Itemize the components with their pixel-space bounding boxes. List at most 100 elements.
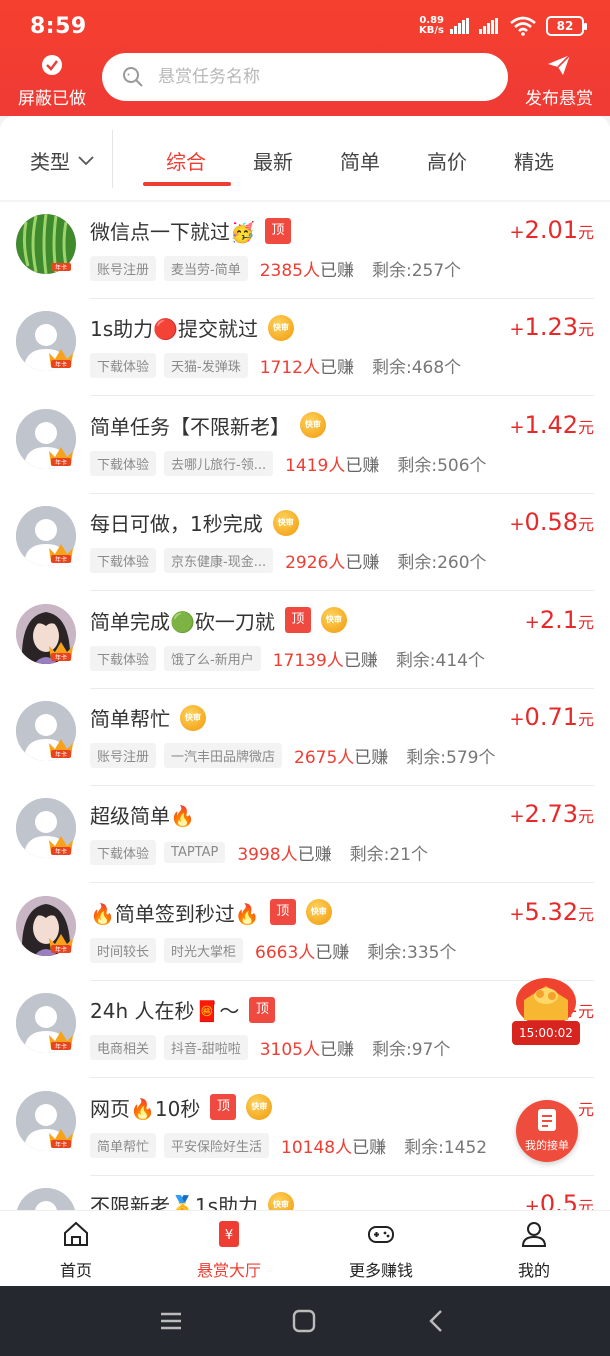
task-title: 超级简单🔥 bbox=[90, 804, 195, 829]
task-title-line: 超级简单🔥 bbox=[90, 800, 195, 829]
crown-icon: 年卡 bbox=[49, 544, 73, 564]
remaining-count: 剩余:1452 bbox=[404, 1137, 488, 1158]
pinned-badge: 顶 bbox=[269, 899, 296, 926]
task-row[interactable]: 年卡 微信点一下就过🥳 顶账号注册 麦当劳-简单 2385人已赚 剩余:257个 +2.01… bbox=[0, 202, 610, 299]
remaining-count: 剩余:506个 bbox=[397, 455, 487, 476]
task-category-tag: 时间较长 bbox=[90, 937, 157, 963]
task-row[interactable]: 年卡 简单完成🟢砍一刀就顶快审 下载体验 饿了么-新用户 17139人已赚 剩余:414个… bbox=[0, 592, 610, 689]
nav-mine[interactable]: 我的 bbox=[479, 1219, 589, 1281]
fast-review-badge: 快审 bbox=[320, 607, 347, 634]
network-speed: 0.89 KB/s bbox=[419, 15, 444, 36]
check-circle-icon bbox=[42, 55, 62, 75]
remaining-count: 剩余:260个 bbox=[397, 553, 487, 574]
clipboard-icon bbox=[538, 1109, 556, 1131]
remaining-count: 剩余:579个 bbox=[406, 748, 496, 768]
svg-text:年卡: 年卡 bbox=[55, 458, 67, 466]
reward-amount: +1.42元 bbox=[509, 410, 594, 439]
nav-home[interactable]: 首页 bbox=[21, 1219, 131, 1281]
task-row[interactable]: 年卡 简单帮忙 快审 账号注册 一汽丰田品牌微店 2675人已赚 剩余:579个 +0.71元 bbox=[0, 689, 610, 786]
battery-indicator: 82 bbox=[546, 16, 587, 36]
remaining-count: 剩余:21个 bbox=[349, 845, 428, 866]
task-row[interactable]: 年卡 每日可做，1秒完成 快审 下载体验 京东健康-现金... 2926人已赚 剩余:260… bbox=[0, 494, 610, 592]
publish-reward-button[interactable]: 发布悬赏 bbox=[522, 54, 596, 109]
task-title-line: 🔥简单签到秒过🔥 顶快审 bbox=[90, 898, 332, 927]
gamepad-icon bbox=[368, 1226, 394, 1243]
task-meta: 下载体验 天猫-发弹珠 1712人已赚 剩余:468个 bbox=[90, 353, 461, 379]
tab-latest[interactable]: 最新 bbox=[253, 146, 293, 175]
tab-comprehensive[interactable]: 综合 bbox=[166, 146, 206, 175]
svg-text:年卡: 年卡 bbox=[55, 848, 67, 856]
hide-done-button[interactable]: 屏蔽已做 bbox=[14, 54, 90, 109]
countdown-timer: 15:00:02 bbox=[512, 1021, 580, 1045]
task-title: 简单帮忙 bbox=[90, 707, 170, 731]
remaining-count: 剩余:257个 bbox=[371, 261, 462, 281]
fast-review-badge: 快审 bbox=[300, 412, 326, 439]
tab-divider bbox=[112, 130, 113, 188]
fast-review-badge: 快审 bbox=[272, 509, 299, 536]
nav-reward-hall[interactable]: ¥ 悬赏大厅 bbox=[174, 1219, 284, 1281]
task-title: 简单完成🟢砍一刀就 bbox=[90, 609, 275, 634]
task-row[interactable]: 年卡 🔥简单签到秒过🔥 顶快审 时间较长 时光大掌柜 6663人已赚 剩余:335个 +5.3… bbox=[0, 884, 610, 981]
pinned-badge: 顶 bbox=[284, 607, 311, 634]
send-icon bbox=[548, 54, 571, 75]
svg-text:年卡: 年卡 bbox=[55, 1043, 67, 1051]
task-row[interactable]: 年卡 简单任务【不限新老】 快审 下载体验 去哪儿旅行-领... 1419人已赚 剩余:50… bbox=[0, 397, 610, 494]
svg-text:年卡: 年卡 bbox=[55, 556, 67, 564]
fast-review-badge: 快审 bbox=[305, 899, 332, 926]
home-square-icon[interactable] bbox=[289, 1306, 319, 1336]
task-meta: 账号注册 一汽丰田品牌微店 2675人已赚 剩余:579个 bbox=[90, 743, 495, 768]
back-icon[interactable] bbox=[422, 1306, 452, 1336]
search-input[interactable] bbox=[158, 67, 478, 87]
task-row[interactable]: 年卡不限新老🥇1s助力快审+0.5元 bbox=[0, 1176, 610, 1210]
task-merchant-tag: 平安保险好生活 bbox=[164, 1132, 270, 1158]
crown-icon: 年卡 bbox=[49, 1128, 73, 1148]
crown-icon: 年卡 bbox=[49, 1031, 73, 1051]
remaining-count: 剩余:335个 bbox=[367, 942, 457, 963]
active-tab-indicator bbox=[143, 182, 231, 186]
earned-count: 2675人已赚 bbox=[294, 748, 389, 768]
earned-count: 17139人已赚 bbox=[272, 650, 378, 671]
task-row[interactable]: 年卡 1s助力🔴提交就过 快审 下载体验 天猫-发弹珠 1712人已赚 剩余:468个 +1.… bbox=[0, 299, 610, 397]
wifi-icon bbox=[510, 16, 536, 36]
tab-simple[interactable]: 简单 bbox=[340, 146, 380, 175]
task-title-line: 微信点一下就过🥳 顶 bbox=[90, 216, 291, 245]
task-title: 🔥简单签到秒过🔥 bbox=[90, 901, 260, 926]
task-merchant-tag: TAPTAP bbox=[164, 842, 226, 864]
my-orders-button[interactable]: 我的接单 bbox=[516, 1100, 578, 1162]
task-category-tag: 账号注册 bbox=[90, 743, 157, 768]
svg-text:年卡: 年卡 bbox=[55, 945, 67, 953]
earned-count: 10148人已赚 bbox=[281, 1137, 387, 1158]
user-icon bbox=[521, 1222, 547, 1247]
reward-amount: +2.1元 bbox=[524, 605, 594, 634]
task-meta: 时间较长 时光大掌柜 6663人已赚 剩余:335个 bbox=[90, 937, 457, 963]
reward-hall-icon: ¥ bbox=[219, 1221, 239, 1247]
search-input-box[interactable] bbox=[102, 53, 508, 101]
task-meta: 下载体验 饿了么-新用户 17139人已赚 剩余:414个 bbox=[90, 645, 485, 671]
menu-icon[interactable] bbox=[156, 1306, 186, 1336]
fast-review-badge: 快审 bbox=[268, 314, 295, 341]
task-title: 微信点一下就过🥳 bbox=[90, 220, 255, 244]
search-icon bbox=[123, 67, 143, 87]
task-merchant-tag: 一汽丰田品牌微店 bbox=[164, 743, 283, 768]
tab-high-price[interactable]: 高价 bbox=[427, 146, 467, 175]
task-title-line: 1s助力🔴提交就过 快审 bbox=[90, 313, 295, 342]
type-filter-dropdown[interactable]: 类型 bbox=[30, 146, 94, 175]
svg-text:年卡: 年卡 bbox=[55, 264, 67, 272]
reward-amount: +2.01元 bbox=[509, 216, 594, 244]
earned-count: 3105人已赚 bbox=[259, 1040, 354, 1061]
task-meta: 电商相关 抖音-甜啦啦 3105人已赚 剩余:97个 bbox=[90, 1035, 450, 1061]
task-category-tag: 下载体验 bbox=[90, 353, 157, 379]
task-list[interactable]: 年卡 微信点一下就过🥳 顶账号注册 麦当劳-简单 2385人已赚 剩余:257个 +2.01… bbox=[0, 202, 610, 1210]
task-category-tag: 下载体验 bbox=[90, 840, 157, 866]
svg-text:¥: ¥ bbox=[225, 1228, 233, 1243]
earned-count: 2926人已赚 bbox=[285, 553, 380, 574]
nav-more-earnings[interactable]: 更多赚钱 bbox=[326, 1219, 436, 1281]
task-category-tag: 下载体验 bbox=[90, 548, 157, 574]
earned-count: 1419人已赚 bbox=[285, 455, 380, 476]
status-time: 8:59 bbox=[30, 14, 87, 39]
tab-featured[interactable]: 精选 bbox=[514, 146, 554, 175]
task-row[interactable]: 年卡 超级简单🔥 下载体验 TAPTAP 3998人已赚 剩余:21个 +2.73元 bbox=[0, 786, 610, 884]
crown-icon: 年卡 bbox=[49, 933, 73, 953]
crown-icon: 年卡 bbox=[49, 836, 73, 856]
task-title: 不限新老🥇1s助力 bbox=[90, 1194, 259, 1210]
